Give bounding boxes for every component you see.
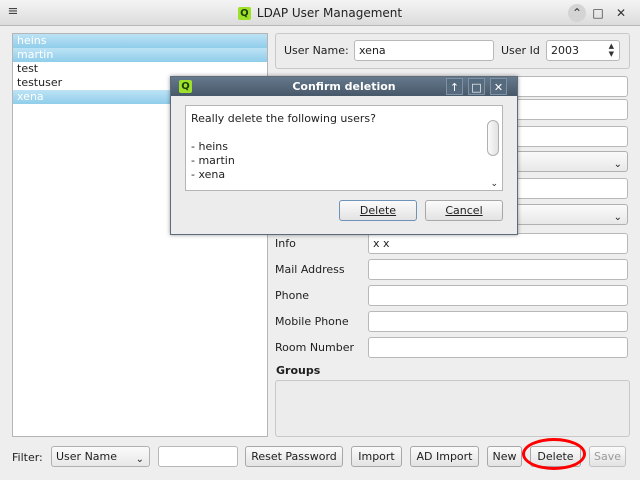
window-title-area: Q LDAP User Management <box>0 0 640 26</box>
info-input[interactable]: x x <box>368 233 628 254</box>
spin-arrows-icon[interactable]: ▲ ▼ <box>609 42 614 58</box>
filter-select-value: User Name <box>56 450 118 463</box>
room-input[interactable] <box>368 337 628 358</box>
mail-input[interactable] <box>368 259 628 280</box>
dialog-close-icon[interactable]: ✕ <box>490 78 507 95</box>
dialog-title: Confirm deletion <box>292 80 396 93</box>
dialog-delete-button[interactable]: Delete <box>339 200 417 221</box>
info-label: Info <box>275 237 296 250</box>
confirm-dialog: Q Confirm deletion ↑ □ ✕ Really delete t… <box>170 76 518 235</box>
user-name-input[interactable]: xena <box>354 40 494 61</box>
dialog-cancel-button[interactable]: Cancel <box>425 200 503 221</box>
mail-label: Mail Address <box>275 263 345 276</box>
annotation-highlight <box>522 438 586 470</box>
filter-select[interactable]: User Name ⌄ <box>51 446 150 467</box>
dialog-maximize-icon[interactable]: □ <box>468 78 485 95</box>
mobile-input[interactable] <box>368 311 628 332</box>
dialog-user-item: - heins <box>191 140 228 153</box>
dialog-delete-label: Delete <box>359 204 397 217</box>
room-label: Room Number <box>275 341 355 354</box>
dialog-titlebar: Q Confirm deletion ↑ □ ✕ <box>171 77 517 96</box>
user-list-item[interactable]: martin <box>13 48 267 62</box>
dialog-user-item: - martin <box>191 154 235 167</box>
user-name-label: User Name: <box>284 44 349 57</box>
user-id-label: User Id <box>501 44 540 57</box>
new-button[interactable]: New <box>487 446 522 467</box>
scroll-down-icon[interactable]: ⌄ <box>490 179 498 189</box>
groups-label: Groups <box>276 364 321 377</box>
dialog-user-item: - xena <box>191 168 226 181</box>
filter-input[interactable] <box>158 446 238 467</box>
dialog-scrollbar[interactable] <box>487 120 499 156</box>
user-id-value: 2003 <box>551 44 579 57</box>
filter-label: Filter: <box>12 451 43 464</box>
dialog-cancel-label: Cancel <box>445 204 483 217</box>
maximize-icon[interactable]: □ <box>589 4 607 22</box>
shade-icon[interactable]: ⌃ <box>568 4 586 22</box>
dialog-up-icon[interactable]: ↑ <box>446 78 463 95</box>
chevron-down-icon: ⌄ <box>135 454 144 465</box>
user-list-item[interactable]: test <box>13 62 267 76</box>
chevron-down-icon: ⌄ <box>613 212 622 223</box>
phone-label: Phone <box>275 289 310 302</box>
save-button: Save <box>589 446 626 467</box>
window-titlebar: ≡ Q LDAP User Management ⌃ □ ✕ <box>0 0 640 26</box>
app-logo-icon: Q <box>237 6 251 20</box>
phone-input[interactable] <box>368 285 628 306</box>
window-title: LDAP User Management <box>256 6 403 20</box>
chevron-down-icon: ⌄ <box>613 159 622 170</box>
ad-import-button[interactable]: AD Import <box>410 446 479 467</box>
dialog-message-area[interactable]: Really delete the following users? - hei… <box>185 105 503 191</box>
import-button[interactable]: Import <box>351 446 402 467</box>
reset-password-button[interactable]: Reset Password <box>245 446 343 467</box>
mobile-label: Mobile Phone <box>275 315 349 328</box>
user-list-item[interactable]: heins <box>13 34 267 48</box>
close-icon[interactable]: ✕ <box>612 4 630 22</box>
dialog-message: Really delete the following users? <box>191 112 376 125</box>
user-id-spinbox[interactable]: 2003 ▲ ▼ <box>546 40 620 61</box>
groups-box <box>275 380 630 437</box>
